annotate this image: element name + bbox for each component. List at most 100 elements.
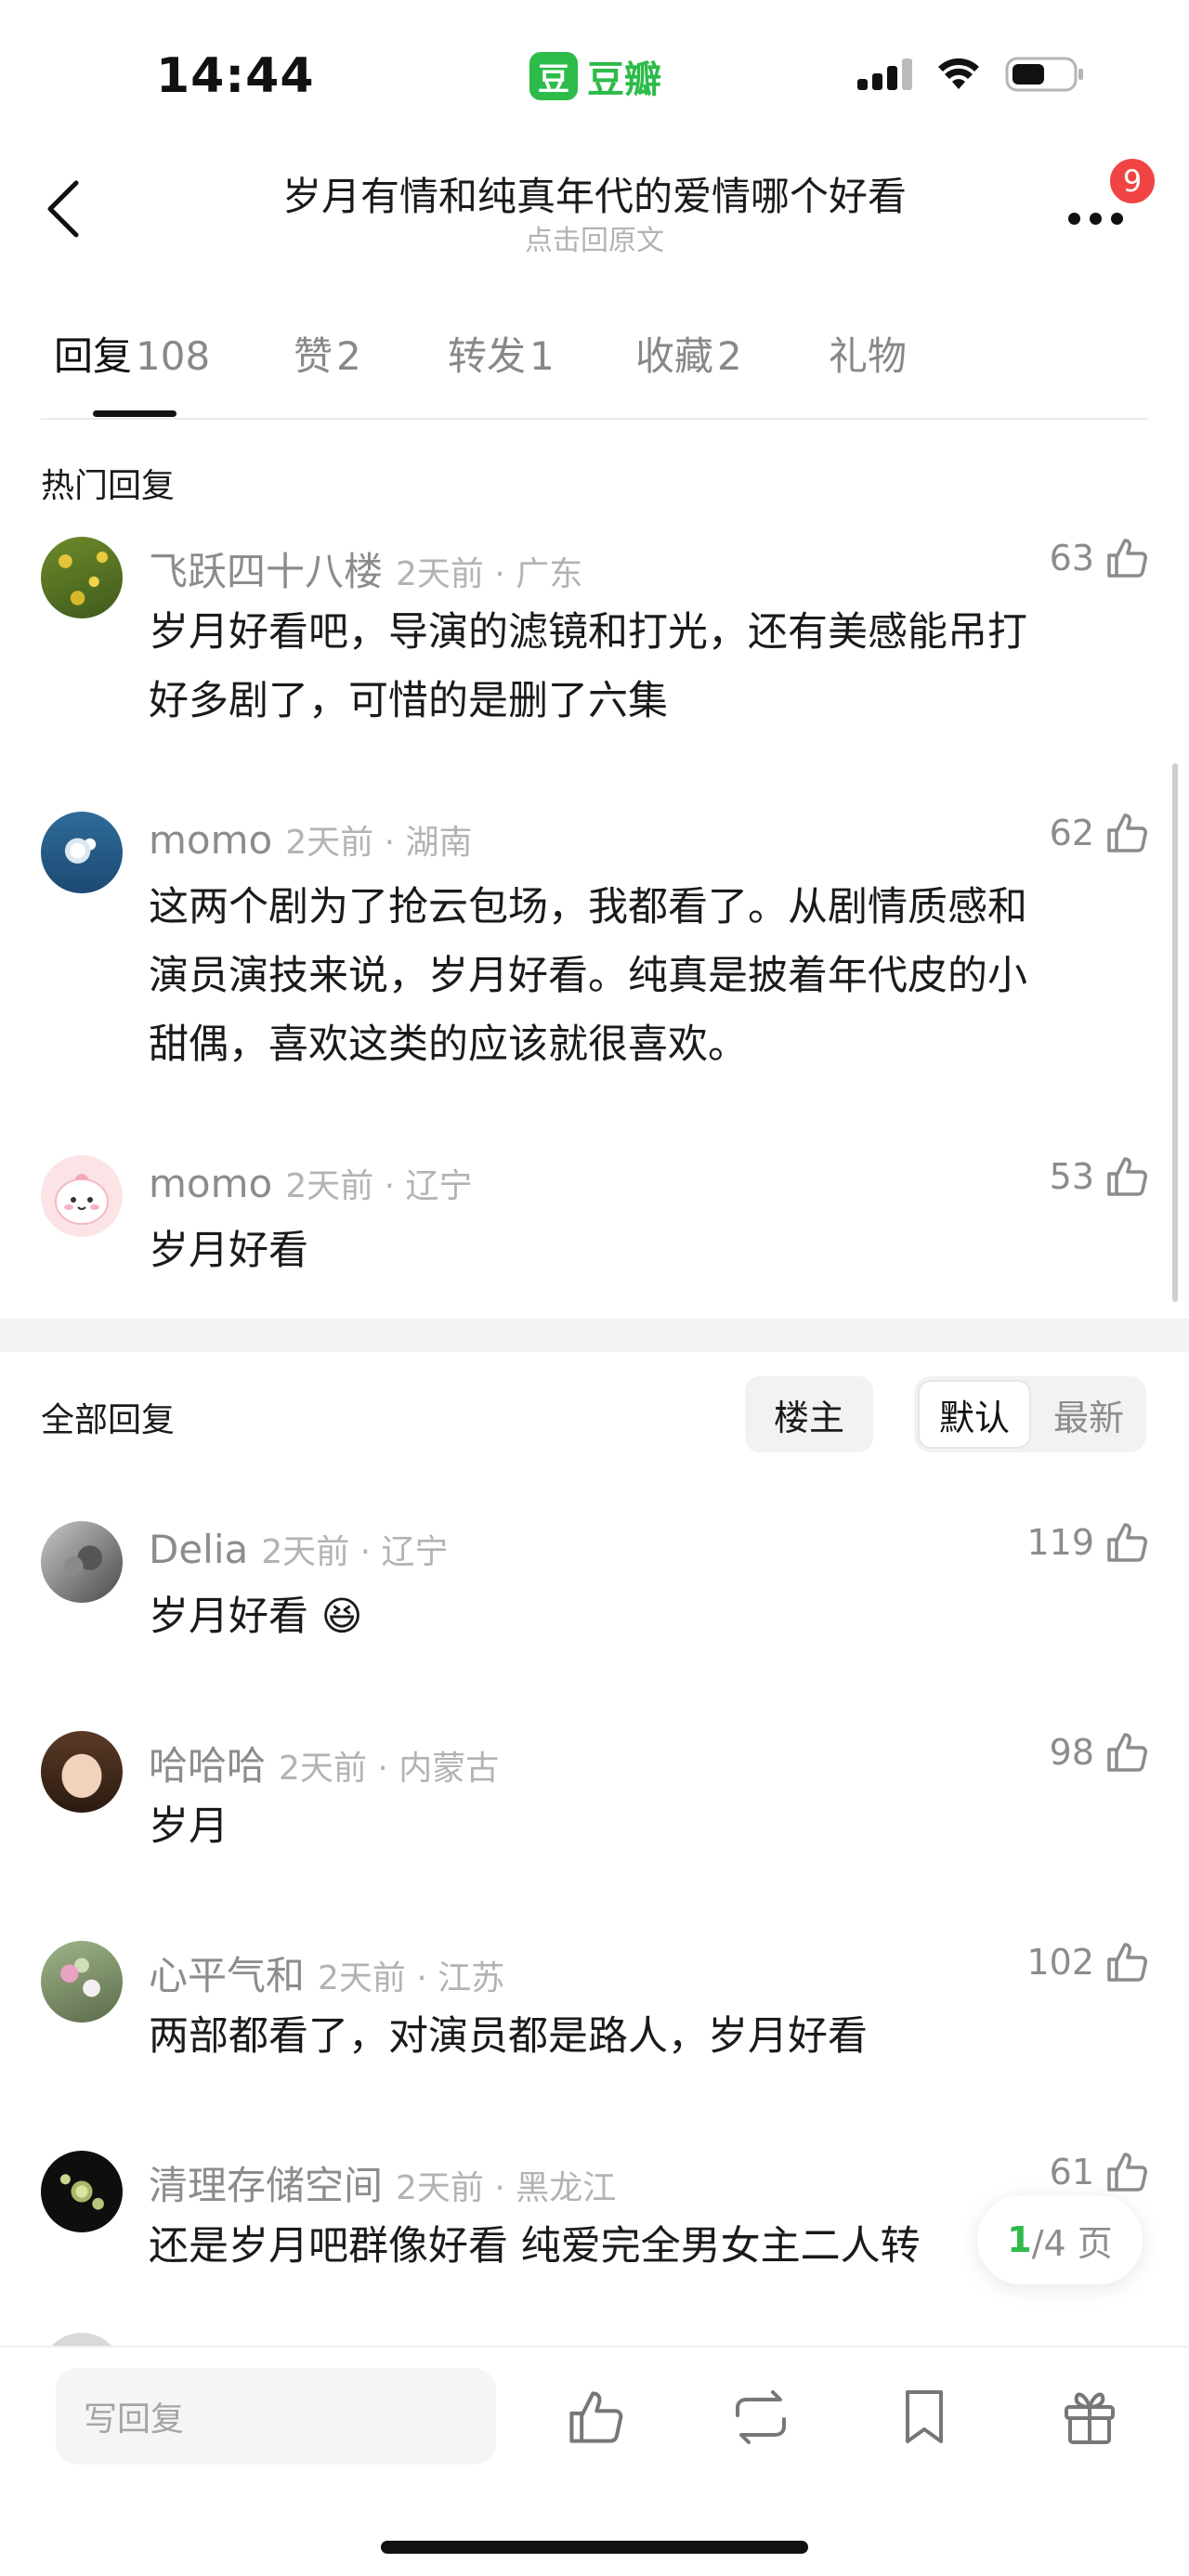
comment-line: 岁月好看 😆: [149, 1594, 363, 1640]
like-post-button[interactable]: [563, 2385, 628, 2450]
bookmark-button[interactable]: [892, 2385, 957, 2450]
avatar[interactable]: [41, 2151, 123, 2232]
comment-text: 岁月好看吧，导演的滤镜和打光，还有美感能吊打 好多剧了，可惜的是删了六集: [149, 598, 1124, 735]
status-time: 14:44: [156, 48, 315, 104]
hot-replies-title: 热门回复: [41, 467, 176, 505]
tab-likes[interactable]: 赞2: [294, 325, 361, 382]
bookmark-icon: [906, 2390, 943, 2443]
tab-collections[interactable]: 收藏2: [635, 325, 742, 382]
comment-line: 岁月好看: [149, 1228, 308, 1274]
comment-text: 这两个剧为了抢云包场，我都看了。从剧情质感和 演员演技来说，岁月好看。纯真是披着…: [149, 873, 1124, 1079]
comment-line: 甜偶，喜欢这类的应该就很喜欢。: [149, 1021, 748, 1068]
home-indicator: [381, 2541, 808, 2554]
thumbs-up-icon: [1107, 1157, 1147, 1196]
tab-active-indicator: [93, 410, 176, 417]
repost-button[interactable]: [728, 2385, 793, 2450]
comment-time: 2天前 · 江苏: [318, 1959, 505, 1997]
scrollbar[interactable]: [1172, 763, 1178, 1302]
comment-text: 岁月好看: [149, 1216, 1124, 1285]
sort-default-button[interactable]: 默认: [918, 1380, 1031, 1449]
battery-icon: [1005, 56, 1085, 93]
like-count: 62: [1049, 813, 1094, 853]
thumbs-up-icon: [1107, 1943, 1147, 1982]
thumbs-up-icon: [1107, 1733, 1147, 1772]
comment-line: 两部都看了，对演员都是路人，岁月好看: [149, 2013, 868, 2060]
tab-count: 1: [529, 333, 555, 379]
status-right: [857, 56, 1085, 93]
comment-time: 2天前 · 广东: [396, 555, 583, 593]
comment-meta: 清理存储空间 2天前 · 黑龙江: [149, 2154, 616, 2211]
divider: [41, 418, 1148, 420]
comment-line: 这两个剧为了抢云包场，我都看了。从剧情质感和: [149, 884, 1027, 930]
like-count: 102: [1026, 1942, 1094, 1983]
comment-meta: 飞跃四十八楼 2天前 · 广东: [149, 540, 582, 597]
comment-time: 2天前 · 黑龙江: [396, 2169, 617, 2207]
author-name[interactable]: 心平气和: [149, 1945, 305, 2001]
comment-text: 岁月好看 😆: [149, 1582, 1124, 1651]
tab-count: 2: [336, 333, 361, 379]
tab-count: 108: [136, 333, 211, 379]
avatar[interactable]: [41, 1731, 123, 1813]
back-to-original-link[interactable]: 点击回原文: [0, 217, 1189, 258]
comment-meta: momo 2天前 · 辽宁: [149, 1159, 472, 1207]
like-count: 53: [1049, 1156, 1094, 1197]
like-button[interactable]: 98: [1050, 1731, 1148, 1774]
like-button[interactable]: 119: [1026, 1521, 1148, 1564]
sort-newest-button[interactable]: 最新: [1035, 1380, 1143, 1449]
thumbs-up-icon: [1107, 1523, 1147, 1562]
comment-text: 两部都看了，对演员都是路人，岁月好看: [149, 2002, 1124, 2071]
thumbs-up-icon: [569, 2391, 623, 2443]
tab-bar: 回复108 赞2 转发1 收藏2 礼物: [0, 325, 1189, 418]
tab-label: 收藏: [635, 333, 714, 379]
comment-time: 2天前 · 辽宁: [285, 1167, 473, 1205]
like-button[interactable]: 63: [1050, 537, 1148, 579]
status-bar: 14:44 豆 豆瓣: [0, 0, 1189, 139]
thumbs-up-icon: [1107, 539, 1147, 578]
filter-op-only-button[interactable]: 楼主: [745, 1376, 873, 1452]
repost-icon: [736, 2390, 786, 2444]
thumbs-up-icon: [1107, 813, 1147, 852]
section-separator: [0, 1319, 1189, 1352]
avatar[interactable]: [41, 812, 123, 893]
like-button[interactable]: 62: [1050, 812, 1148, 854]
avatar[interactable]: [41, 1941, 123, 2023]
douban-logo-icon: 豆: [529, 52, 578, 100]
author-name[interactable]: Delia: [149, 1527, 248, 1572]
tab-replies[interactable]: 回复108: [54, 325, 210, 382]
status-app: 豆 豆瓣: [529, 50, 661, 102]
page-indicator[interactable]: 1/4 页: [977, 2195, 1143, 2284]
all-replies-title: 全部回复: [41, 1401, 176, 1439]
gift-button[interactable]: [1057, 2385, 1122, 2450]
page-title: 岁月有情和纯真年代的爱情哪个好看: [281, 174, 907, 219]
more-icon: [1068, 212, 1080, 225]
author-name[interactable]: momo: [149, 1161, 272, 1206]
avatar[interactable]: [41, 1155, 123, 1237]
author-name[interactable]: 清理存储空间: [149, 2154, 383, 2211]
author-name[interactable]: momo: [149, 817, 272, 863]
author-name[interactable]: 飞跃四十八楼: [149, 540, 383, 597]
avatar[interactable]: [41, 537, 123, 618]
avatar[interactable]: [41, 1521, 123, 1603]
like-count: 63: [1049, 538, 1094, 579]
notification-badge: 9: [1107, 156, 1157, 206]
gift-icon: [1065, 2392, 1115, 2444]
like-count: 61: [1049, 2152, 1094, 2192]
author-name[interactable]: 哈哈哈: [149, 1735, 266, 1791]
comment-line: 岁月好看吧，导演的滤镜和打光，还有美感能吊打: [149, 609, 1027, 656]
like-button[interactable]: 61: [1050, 2151, 1148, 2193]
page-current: 1: [1007, 2219, 1032, 2260]
comment-meta: momo 2天前 · 湖南: [149, 815, 472, 864]
tab-count: 2: [717, 333, 742, 379]
reply-input[interactable]: 写回复: [56, 2368, 496, 2465]
comment-time: 2天前 · 内蒙古: [279, 1750, 500, 1788]
like-button[interactable]: 102: [1026, 1941, 1148, 1984]
tab-label: 转发: [448, 333, 527, 379]
like-button[interactable]: 53: [1050, 1155, 1148, 1198]
signal-icon: [857, 59, 912, 90]
wifi-icon: [936, 58, 981, 91]
comment-meta: 哈哈哈 2天前 · 内蒙古: [149, 1735, 499, 1791]
like-count: 98: [1049, 1732, 1094, 1773]
tab-reposts[interactable]: 转发1: [448, 325, 555, 382]
tab-gifts[interactable]: 礼物: [829, 325, 910, 382]
comment-text: 岁月: [149, 1792, 1124, 1861]
